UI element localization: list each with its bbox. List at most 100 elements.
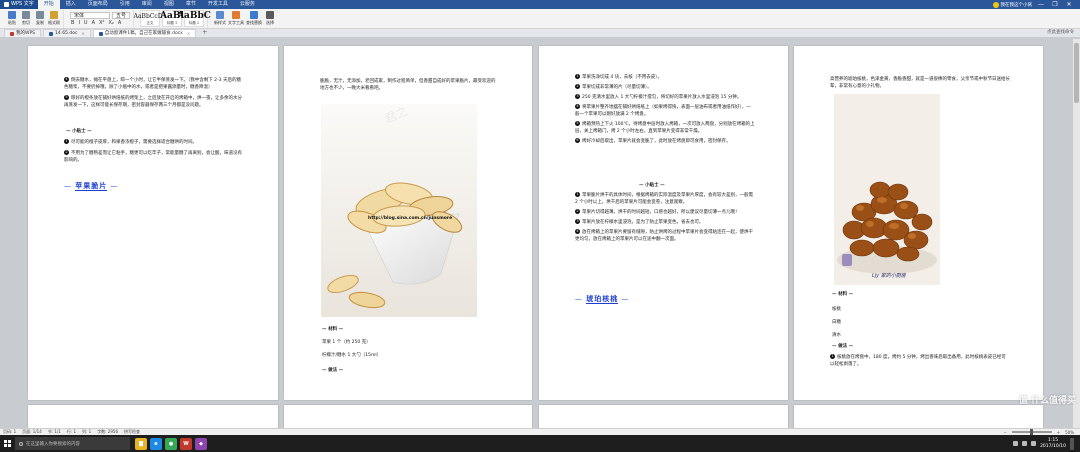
step-text: 尽可能的橙子皮厚，和果香浓橙子，需要选择适合糖烘的时间。 [71, 140, 197, 145]
format-button[interactable]: B [70, 20, 75, 26]
document-tab[interactable]: 自动窗课件1稿，自己在家做辅食.docx × [92, 29, 197, 38]
ime-icon[interactable] [1031, 441, 1037, 446]
font-group: 宋体 五号 B I U A X² X₂ A [67, 9, 134, 28]
tool-button[interactable]: 查找替换 [246, 11, 262, 26]
numbered-paragraph: 6 烤好冷却后取出，苹果片就会变脆了，此时放在烤盘即可食用，密封保存。 [575, 138, 755, 145]
page-5 [28, 405, 278, 428]
step-number-badge: 5 [575, 121, 580, 126]
section-title-text: 苹果脆片 [75, 181, 108, 191]
numbered-paragraph: 2 不用为了糖熟差而让它粘手，糖更可以吃牢子，常能量糖了再离别，会让酸，味道没有影… [64, 150, 244, 164]
font-name-select[interactable]: 宋体 [70, 11, 110, 19]
menu-item[interactable]: 开始 [37, 0, 60, 9]
format-button[interactable]: I [77, 20, 80, 26]
material-item: 清水 [832, 333, 841, 338]
menu-item[interactable]: 引用 [114, 0, 136, 9]
start-button[interactable] [0, 435, 14, 452]
material-item: 柠檬汁/糖水 1 大勺（15ml） [322, 353, 382, 358]
file-explorer-app-icon[interactable]: ▇ [135, 437, 147, 450]
app5-app-icon[interactable]: ◆ [195, 437, 207, 450]
numbered-paragraph: 1 苹果洗净切成 4 块，去核（不用去皮）。 [575, 74, 755, 81]
format-button[interactable]: X₂ [107, 20, 114, 26]
tool-button[interactable]: 文字工具 [228, 11, 244, 26]
button-label: 新样式 [214, 20, 226, 25]
wps-logo-icon [4, 2, 9, 7]
step-number-badge: 6 [575, 138, 580, 143]
close-icon[interactable]: × [81, 30, 84, 38]
format-buttons: B I U A X² X₂ A [70, 20, 122, 26]
menu-item[interactable]: 开发工具 [202, 0, 234, 9]
menu-item[interactable]: 章节 [180, 0, 202, 9]
step-number-badge: 1 [64, 139, 69, 144]
numbered-paragraph: 3 250 克清水里放入 1 大勺柠檬汁搅匀，将切好的苹果片放入水里浸泡 15 分… [575, 94, 755, 101]
step-text: 晾好的橙条放在铺好烘焙纸的烤架上，之后放在开启的烤箱中，烘一夜，让多余的水分再蒸… [64, 96, 242, 108]
style-preset[interactable]: AaBbC 标题 2 [177, 10, 211, 27]
step-text: 苹果洗净切成 4 块，去核（不用去皮）。 [582, 75, 662, 80]
format-button[interactable]: A [91, 20, 96, 26]
zoom-out-button[interactable]: − [1003, 430, 1006, 435]
step-text: 倒去糖水，摊在平盘上，晾一个小时，让它半保蒸发一下。（我中含剩下 2-3 天后的… [64, 78, 241, 90]
menu-item[interactable]: 云服务 [234, 0, 261, 9]
page-8 [794, 405, 1043, 428]
search-icon [19, 441, 23, 446]
clipboard-button[interactable]: 格式刷 [48, 11, 60, 26]
browser-app-icon[interactable]: e [150, 437, 162, 450]
clipboard-button[interactable]: 复制 [34, 11, 46, 26]
command-search[interactable]: 点此查找命令 [1047, 29, 1080, 37]
user-name: 我在我这个小窝 [1000, 2, 1033, 8]
zoom-slider[interactable] [1011, 429, 1052, 435]
new-tab-button[interactable]: + [198, 29, 211, 37]
format-button[interactable]: A [117, 20, 122, 26]
title-bar: WPS 文字 开始 插入 页面布局 引用 审阅 视图 章节 开发工具 云服务 我在我这个小窝 —… [0, 0, 1080, 9]
vertical-scrollbar[interactable] [1073, 39, 1080, 428]
document-tab[interactable]: 14.65.doc × [43, 29, 91, 37]
step-number-badge: 2 [575, 209, 580, 214]
step-text: 苹果切成非常薄的片（尽量切薄）。 [582, 85, 652, 90]
menu-item[interactable]: 插入 [60, 0, 82, 9]
step-text: 放在烤箱上的苹果片要留有缝隙，防止烘烤的过程中苹果片会变得粘连在一起，使烘干更均… [575, 230, 753, 242]
document-canvas[interactable]: 4 倒去糖水，摊在平盘上，晾一个小时，让它半保蒸发一下。（我中含剩下 2-3 天后… [0, 39, 1080, 428]
menu-item[interactable]: 审阅 [136, 0, 158, 9]
main-menu: 开始 插入 页面布局 引用 审阅 视图 章节 开发工具 云服务 [37, 0, 261, 9]
page-1: 4 倒去糖水，摊在平盘上，晾一个小时，让它半保蒸发一下。（我中含剩下 2-3 天后… [28, 46, 278, 400]
chrome-app-icon[interactable]: ● [165, 437, 177, 450]
search-placeholder: 在这里输入你要搜索的内容 [26, 441, 80, 447]
zoom-level[interactable]: 50% [1065, 430, 1074, 435]
network-icon[interactable] [1013, 441, 1019, 446]
clipboard-button[interactable]: 剪切 [20, 11, 32, 26]
numbered-paragraph: 2 苹果切成非常薄的片（尽量切薄）。 [575, 84, 755, 91]
format-button[interactable]: X² [98, 20, 105, 26]
zoom-in-button[interactable]: + [1057, 430, 1060, 435]
document-tab[interactable]: 我的WPS [4, 29, 42, 37]
menu-item[interactable]: 视图 [158, 0, 180, 9]
font-size-select[interactable]: 五号 [112, 11, 130, 19]
close-button[interactable]: ✕ [1064, 1, 1074, 8]
tool-button[interactable]: 选择 [264, 11, 276, 26]
material-item: 核桃 [832, 307, 841, 312]
taskbar-clock[interactable]: 1:15 2017/10/10 [1040, 438, 1066, 450]
taskbar-search[interactable]: 在这里输入你要搜索的内容 [15, 437, 130, 450]
user-account[interactable]: 我在我这个小窝 [992, 1, 1033, 8]
menu-item[interactable]: 页面布局 [82, 0, 114, 9]
method-heading: — 做法 — [322, 368, 344, 373]
style-preset[interactable]: AaBbCcDd 正文 [134, 10, 166, 27]
minimize-button[interactable]: — [1036, 1, 1046, 8]
volume-icon[interactable] [1022, 441, 1028, 446]
tips-heading: — 小贴士 — [639, 183, 665, 188]
wps-app-icon[interactable]: W [180, 437, 192, 450]
scrollbar-thumb[interactable] [1074, 43, 1079, 103]
show-desktop-button[interactable] [1070, 437, 1074, 450]
app-menu-button[interactable]: WPS 文字 [0, 0, 38, 9]
windows-logo-icon [3, 440, 11, 447]
section-title-text: 琥珀核桃 [586, 294, 619, 304]
page4-method: 1 核桃放在烤盘中，180 度，烤约 5 分钟，烤出香味后取出备用，此时核桃表皮已… [830, 354, 1010, 371]
close-icon[interactable]: × [187, 30, 190, 38]
tool-button[interactable]: 新样式 [214, 11, 226, 26]
materials-heading: — 材料 — [322, 327, 344, 332]
page2-materials: 苹果 1 个（约 250 克） 柠檬汁/糖水 1 大勺（15ml） [322, 339, 492, 365]
step-number-badge: 2 [64, 150, 69, 155]
maximize-button[interactable]: ❐ [1050, 1, 1060, 8]
clipboard-button[interactable]: 粘贴 [6, 11, 18, 26]
format-button[interactable]: U [83, 20, 89, 26]
tools-group: 新样式 文字工具 查找替换 选择 [211, 10, 279, 28]
status-bar: 页码: 1 页面: 1/14 节: 1/1 行: 1 列: 1 字数: 2956 拼写检查 … [0, 428, 1080, 435]
